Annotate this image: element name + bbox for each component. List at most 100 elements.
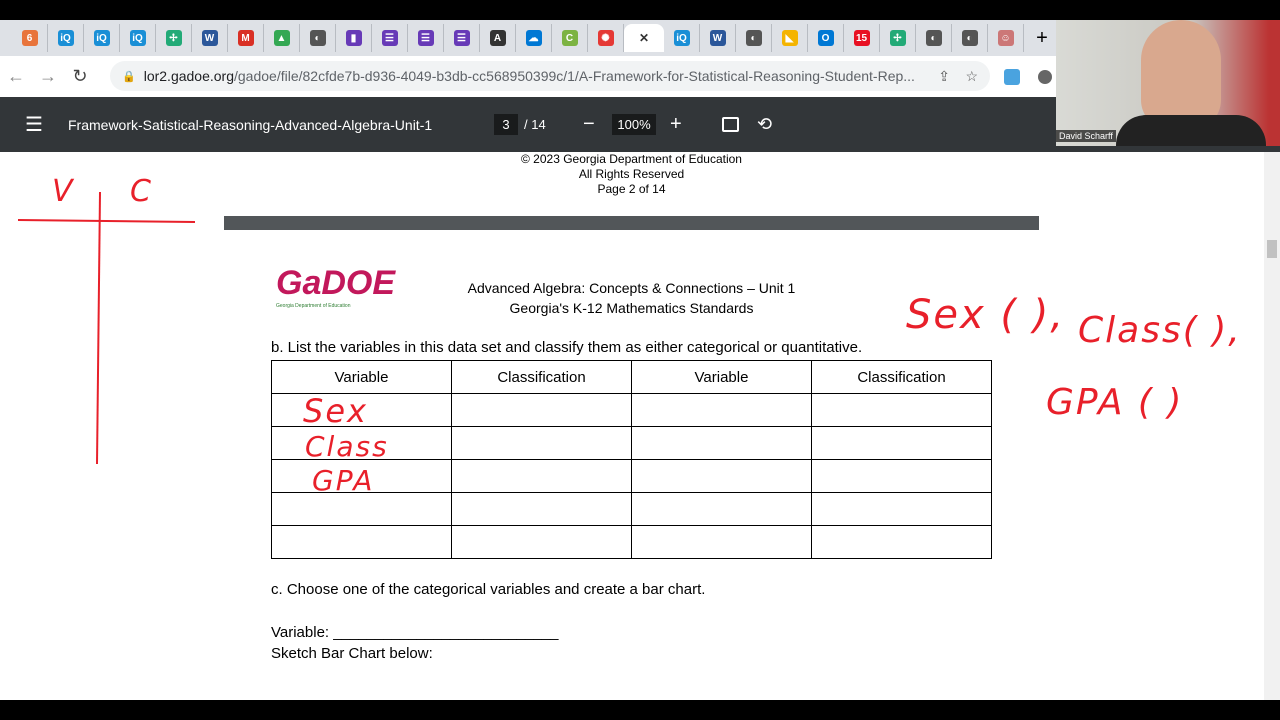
url-path: /gadoe/file/82cfde7b-d936-4049-b3db-cc56… [234, 68, 915, 84]
annotation-c: C [130, 174, 153, 209]
browser-tab[interactable]: ◣ [772, 24, 808, 52]
browser-tab[interactable]: ◐ [300, 24, 336, 52]
browser-tab[interactable]: iQ [120, 24, 156, 52]
question-b: b. List the variables in this data set a… [271, 339, 863, 356]
browser-tab[interactable]: A [480, 24, 516, 52]
browser-tab[interactable]: iQ [48, 24, 84, 52]
zoom-level-input[interactable]: 100% [612, 114, 656, 135]
annotation-gpa: GPA [312, 464, 375, 497]
browser-tab[interactable]: ✢ [156, 24, 192, 52]
browser-tab[interactable]: 6 [12, 24, 48, 52]
browser-tab[interactable]: ✺ [588, 24, 624, 52]
tab-favicon-icon: ✢ [889, 30, 906, 46]
share-icon[interactable]: ⇪ [938, 68, 950, 85]
browser-tab[interactable]: ◐ [952, 24, 988, 52]
column-header: Classification [451, 360, 632, 394]
sketch-label: Sketch Bar Chart below: [271, 645, 433, 662]
tab-favicon-icon: ◐ [925, 30, 942, 46]
tab-favicon-icon: iQ [57, 30, 74, 46]
browser-tab[interactable]: O [808, 24, 844, 52]
browser-tab[interactable]: ☁ [516, 24, 552, 52]
tab-favicon-icon: ☁ [525, 30, 542, 46]
url-field[interactable]: 🔒 lor2.gadoe.org/gadoe/file/82cfde7b-d93… [110, 61, 990, 91]
browser-tab[interactable]: ▮ [336, 24, 372, 52]
zoom-in-button[interactable]: + [670, 113, 682, 136]
url-host: lor2.gadoe.org [143, 68, 234, 84]
browser-tab[interactable]: M [228, 24, 264, 52]
new-tab-button[interactable]: + [1024, 24, 1060, 52]
extension-icon[interactable] [1038, 69, 1052, 84]
presenter-head [1141, 20, 1221, 130]
tab-favicon-icon: M [237, 30, 254, 46]
column-header: Classification [811, 360, 992, 394]
browser-tab[interactable]: iQ [84, 24, 120, 52]
browser-tab[interactable]: W [700, 24, 736, 52]
tab-favicon-icon: ▲ [273, 30, 290, 46]
scroll-thumb[interactable] [1267, 240, 1277, 258]
scrollbar[interactable] [1264, 152, 1280, 700]
t-chart-drawing [17, 191, 196, 465]
annotation-note: GPA ( ) [1046, 382, 1184, 423]
tab-favicon-icon: A [489, 30, 506, 46]
browser-tab[interactable]: ☰ [408, 24, 444, 52]
tab-favicon-icon: iQ [129, 30, 146, 46]
browser-tab[interactable]: ☰ [444, 24, 480, 52]
copyright-line: © 2023 Georgia Department of Education [521, 152, 742, 166]
question-c: c. Choose one of the categorical variabl… [271, 581, 706, 598]
pdf-page-2: © 2023 Georgia Department of Education A… [224, 152, 1039, 216]
extension-icon[interactable] [1004, 68, 1020, 85]
browser-tab[interactable]: ☺ [988, 24, 1024, 52]
browser-tab[interactable]: C [552, 24, 588, 52]
annotation-v: V [52, 174, 75, 209]
browser-tab[interactable]: ◐ [736, 24, 772, 52]
browser-tab[interactable]: 15 [844, 24, 880, 52]
table-row [271, 393, 992, 427]
page-footer-number: Page 2 of 14 [597, 182, 666, 196]
back-icon[interactable]: ← [0, 66, 32, 87]
tab-favicon-icon: ◐ [961, 30, 978, 46]
active-tab[interactable]: ✕ [624, 24, 664, 52]
webcam-video: David Scharff [1056, 20, 1280, 146]
reload-icon[interactable]: ↻ [64, 66, 96, 87]
annotation-note: Sex ( ), [906, 292, 1066, 338]
tab-favicon-icon: O [817, 30, 834, 46]
rotate-icon[interactable]: ⟲ [757, 114, 772, 135]
browser-tab[interactable]: ▲ [264, 24, 300, 52]
presenter-shirt [1116, 115, 1266, 146]
tab-favicon-icon: W [709, 30, 726, 46]
page-number-input[interactable]: 3 [494, 114, 518, 135]
variable-blank: Variable: ___________________________ [271, 624, 559, 641]
document-title: Framework-Satistical-Reasoning-Advanced-… [68, 116, 433, 133]
webcam-name-label: David Scharff [1056, 130, 1116, 142]
browser-tab[interactable]: ✢ [880, 24, 916, 52]
browser-tab[interactable]: ☰ [372, 24, 408, 52]
tab-favicon-icon: ☰ [417, 30, 434, 46]
tab-favicon-icon: ✺ [597, 30, 614, 46]
fit-page-icon[interactable] [722, 117, 739, 132]
annotation-sex: Sex [303, 392, 368, 430]
column-header: Variable [271, 360, 452, 394]
browser-tab[interactable]: iQ [664, 24, 700, 52]
annotation-class: Class [305, 430, 389, 463]
rights-line: All Rights Reserved [578, 167, 685, 181]
tab-favicon-icon: ◣ [781, 30, 798, 46]
tab-favicon-icon: ☺ [997, 30, 1014, 46]
menu-icon[interactable]: ☰ [25, 112, 43, 137]
browser-tab[interactable]: ◐ [916, 24, 952, 52]
table-header-row: Variable Classification Variable Classif… [271, 360, 992, 394]
close-tab-icon[interactable]: ✕ [639, 31, 649, 45]
forward-icon[interactable]: → [32, 66, 64, 87]
annotation-note: Class( ), [1078, 310, 1242, 351]
tab-favicon-icon: iQ [93, 30, 110, 46]
table-row [271, 525, 992, 559]
tab-favicon-icon: ◐ [309, 30, 326, 46]
tab-favicon-icon: C [561, 30, 578, 46]
tab-favicon-icon: ◐ [745, 30, 762, 46]
tab-favicon-icon: ☰ [453, 30, 470, 46]
zoom-out-button[interactable]: − [583, 113, 595, 136]
tab-favicon-icon: ☰ [381, 30, 398, 46]
tab-favicon-icon: iQ [673, 30, 690, 46]
tab-favicon-icon: 15 [853, 30, 870, 46]
browser-tab[interactable]: W [192, 24, 228, 52]
bookmark-star-icon[interactable]: ☆ [965, 68, 978, 85]
